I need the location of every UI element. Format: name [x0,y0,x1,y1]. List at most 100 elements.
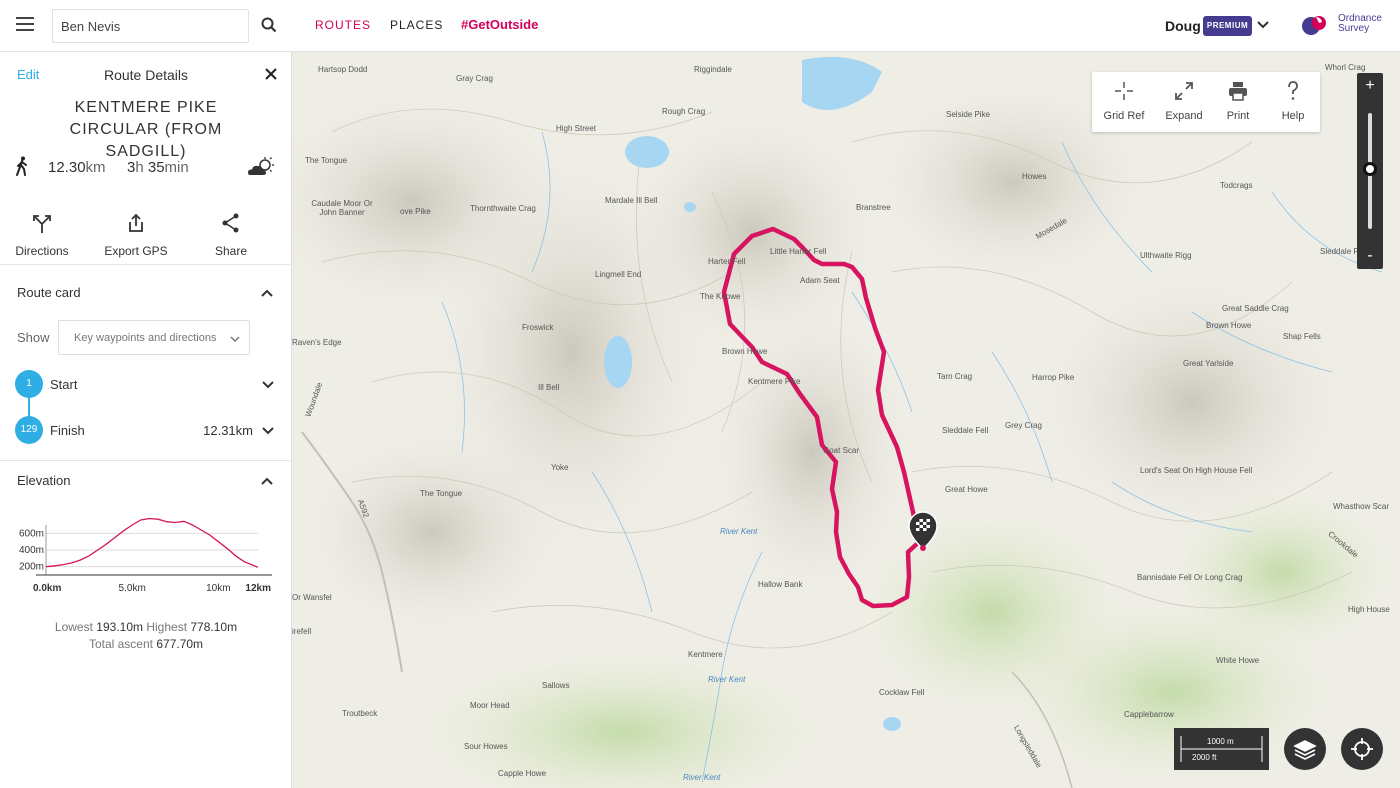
map-label: Sour Howes [464,742,508,751]
map-label: The Tongue [305,156,348,165]
map-label: Great Yarlside [1183,359,1234,368]
map-label: Kentmere [688,650,723,659]
directions-button[interactable]: Directions [2,212,82,260]
top-bar: ROUTES PLACES #GetOutside Doug PREMIUM O… [0,0,1400,52]
map-label: Caudale Moor Or John Banner [311,199,373,217]
zoom-slider-handle[interactable] [1363,161,1377,176]
map-label: Gray Crag [456,74,493,83]
expand-button[interactable]: Expand [1156,80,1212,124]
export-gps-label: Export GPS [104,244,168,258]
map-label: Shap Fells [1283,332,1321,341]
map-terrain [292,56,1392,788]
edit-link[interactable]: Edit [17,67,39,82]
elevation-x-tick: 5.0km [119,583,146,594]
map-label: Rough Crag [662,107,706,116]
search-icon[interactable] [260,16,278,34]
map-label: Todcrags [1220,181,1253,190]
map-label: Brown Howe [1206,321,1252,330]
map-label: Capple Howe [498,769,547,778]
map-label: Selside Pike [946,110,991,119]
waypoint-finish[interactable]: 129 Finish 12.31km [15,416,285,444]
waypoint-start[interactable]: 1 Start [15,370,285,398]
directions-label: Directions [15,244,69,258]
share-icon [222,213,239,233]
elevation-line [45,517,259,568]
show-select[interactable]: Key waypoints and directions [58,320,250,355]
elevation-x-tick: 0.0km [33,583,61,594]
nav-getoutside[interactable]: #GetOutside [461,17,538,32]
map-label: The Knowe [700,292,741,301]
printer-icon [1229,82,1247,101]
route-card-heading[interactable]: Route card [17,285,81,300]
panel-title: Route Details [103,67,189,83]
elevation-y-tick: 400m [19,545,44,556]
elevation-x-tick: 12km [245,583,271,594]
elevation-chart: 600m 400m 200m 0.0km 5.0km 10km 12km [19,517,272,594]
map-label: Sallows [542,681,570,690]
zoom-in-button[interactable]: + [1357,73,1383,99]
chevron-down-icon[interactable] [1256,18,1270,32]
map-label: Or Wansfel [292,593,332,602]
map-label: Bannisdale Fell Or Long Crag [1137,573,1243,582]
route-duration: 3h 35min [127,159,189,176]
map-label: Harrop Pike [1032,373,1075,382]
map-label: Great Howe [945,485,988,494]
map-label: Whasthow Scar [1333,502,1390,511]
help-label: Help [1281,110,1305,122]
zoom-out-button[interactable]: - [1357,243,1383,269]
map-toolbar: Grid Ref Expand Print Help [1092,72,1320,132]
map-label: Goat Scar [823,446,860,455]
map-label: River Kent [720,527,758,536]
grid-ref-label: Grid Ref [1103,110,1145,122]
share-button[interactable]: Share [191,212,271,260]
walking-icon [16,156,27,176]
user-name[interactable]: Doug [1165,18,1201,34]
map-label: Lingmell End [595,270,642,279]
export-gps-button[interactable]: Export GPS [96,212,176,260]
chevron-down-icon[interactable] [261,424,275,438]
chevron-up-icon[interactable] [260,286,274,300]
elevation-y-tick: 600m [19,528,44,539]
elevation-heading[interactable]: Elevation [17,473,70,488]
help-button[interactable]: Help [1265,80,1321,124]
os-logo-text: Ordnance Survey [1338,13,1382,34]
map-label: Brown Howe [722,347,768,356]
menu-icon[interactable] [16,17,34,31]
map-label: Adam Seat [800,276,840,285]
map-label: Whorl Crag [1325,63,1366,72]
locate-button[interactable] [1341,728,1383,770]
map-label: Ulthwaite Rigg [1140,251,1192,260]
close-icon[interactable] [263,66,279,82]
chevron-down-icon [230,336,240,343]
chevron-up-icon[interactable] [260,474,274,488]
share-label: Share [214,244,248,258]
divider [0,264,292,265]
map-label: Raven's Edge [292,338,342,347]
nav-places[interactable]: PLACES [390,18,443,32]
nav-routes[interactable]: ROUTES [315,18,371,32]
map-label: The Tongue [420,489,463,498]
print-button[interactable]: Print [1210,80,1266,124]
zoom-control: + - [1357,73,1383,269]
elevation-extremes: Lowest 193.10m Highest 778.10m [54,620,238,634]
elevation-y-tick: 200m [19,562,44,573]
map-label: White Howe [1216,656,1260,665]
map-label: irefell [292,627,312,636]
layers-button[interactable] [1284,728,1326,770]
route-details-panel: Route Details Edit KENTMERE PIKE CIRCULA… [0,52,292,788]
map-view[interactable]: Hartsop Dodd Gray Crag Riggindale Rough … [292,52,1400,788]
expand-label: Expand [1165,110,1203,122]
cloud-sun-icon[interactable] [246,156,276,178]
divider [0,460,292,461]
grid-ref-button[interactable]: Grid Ref [1096,80,1152,124]
scale-metric: 1000 m [1207,737,1234,746]
map-label: Harter Fell [708,257,746,266]
os-logo-icon [1302,16,1326,35]
map-label: Kentmere Pike [748,377,801,386]
search-input[interactable] [52,9,249,43]
map-label: ove Pike [400,207,431,216]
chevron-down-icon[interactable] [261,378,275,392]
map-label: Cocklaw Fell [879,688,925,697]
total-ascent: Total ascent 677.70m [88,637,204,651]
map-label: Riggindale [694,65,732,74]
